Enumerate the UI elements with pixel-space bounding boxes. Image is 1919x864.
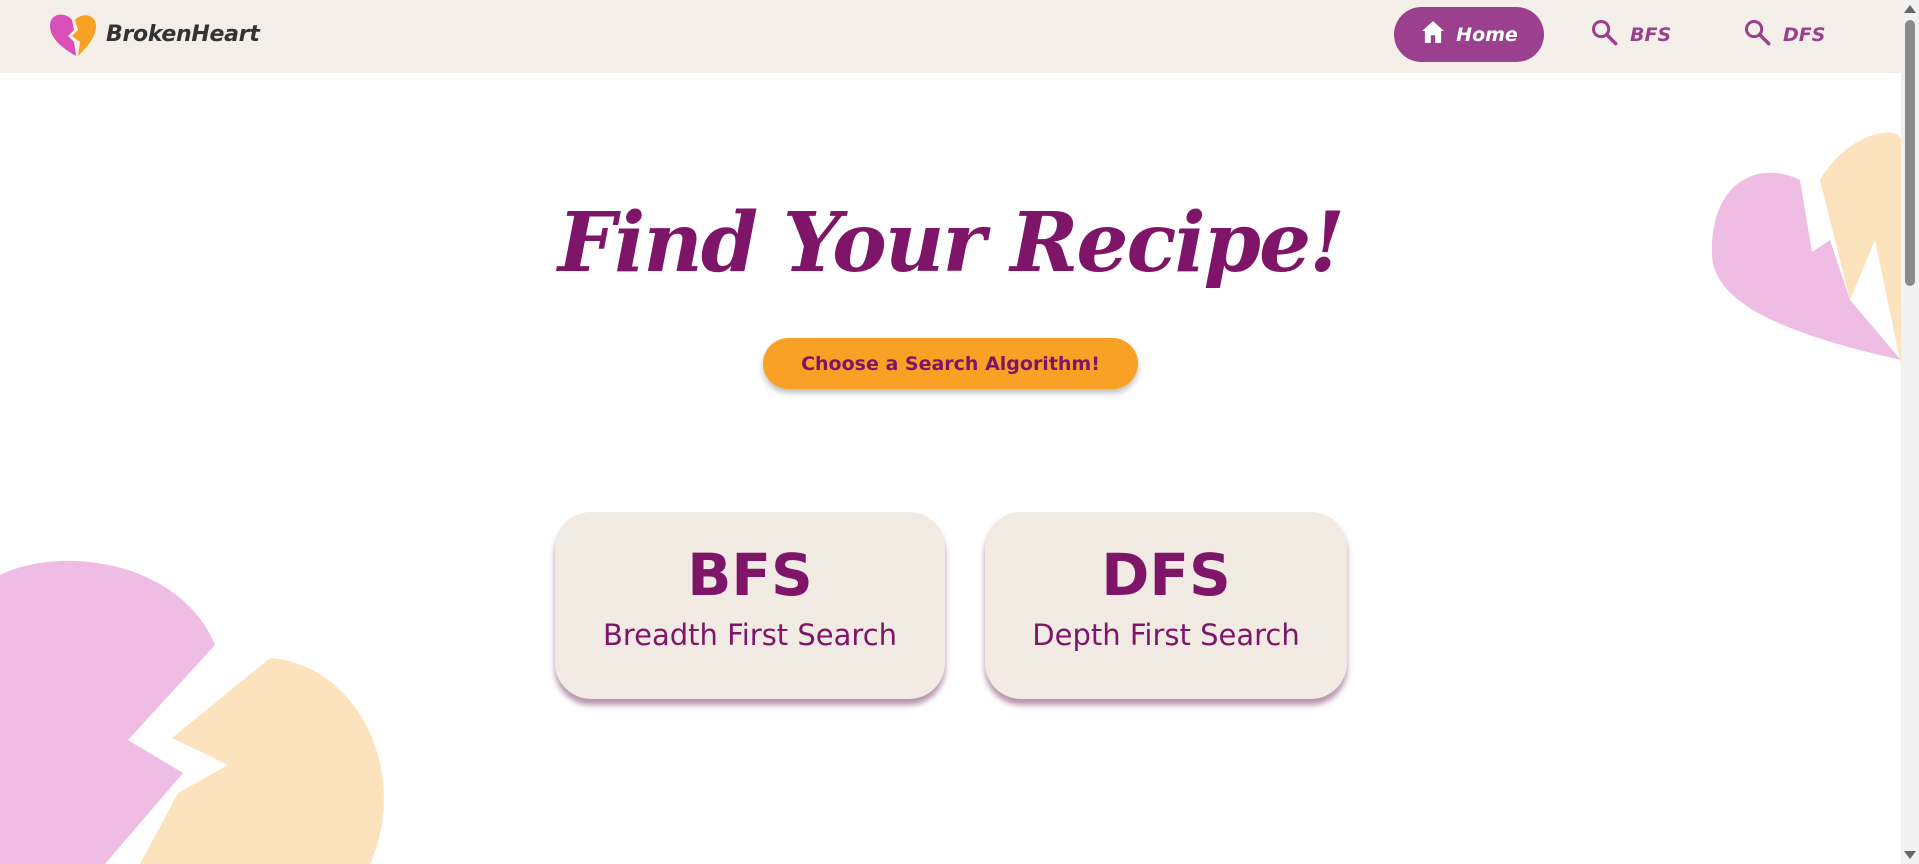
nav-dfs-label: DFS: [1783, 23, 1826, 46]
dfs-card[interactable]: DFS Depth First Search: [985, 512, 1347, 699]
page-title: Find Your Recipe!: [557, 195, 1345, 291]
brand-logo[interactable]: BrokenHeart: [48, 12, 260, 56]
search-icon: [1590, 18, 1618, 51]
scroll-down-arrow-icon[interactable]: [1904, 851, 1916, 859]
bfs-card-title: BFS: [687, 541, 813, 609]
search-icon: [1743, 18, 1771, 51]
brand-name: BrokenHeart: [106, 21, 260, 47]
nav-home-label: Home: [1456, 23, 1518, 46]
scroll-up-arrow-icon[interactable]: [1904, 5, 1916, 13]
decorative-broken-heart-left: [0, 560, 384, 864]
top-navbar: BrokenHeart Home BFS DFS: [0, 0, 1901, 73]
nav-bfs-link[interactable]: BFS: [1590, 7, 1671, 62]
nav-home-button[interactable]: Home: [1394, 7, 1544, 62]
broken-heart-icon: [48, 12, 98, 56]
scrollbar-thumb[interactable]: [1905, 20, 1915, 286]
nav-bfs-label: BFS: [1630, 23, 1672, 46]
dfs-card-title: DFS: [1101, 541, 1231, 609]
bfs-card-subtitle: Breadth First Search: [602, 618, 898, 652]
nav-dfs-link[interactable]: DFS: [1743, 7, 1825, 62]
page-scrollbar[interactable]: [1901, 0, 1919, 864]
choose-algorithm-button[interactable]: Choose a Search Algorithm!: [763, 338, 1138, 389]
dfs-card-subtitle: Depth First Search: [1032, 618, 1300, 652]
bfs-card[interactable]: BFS Breadth First Search: [555, 512, 945, 699]
home-icon: [1420, 19, 1446, 50]
